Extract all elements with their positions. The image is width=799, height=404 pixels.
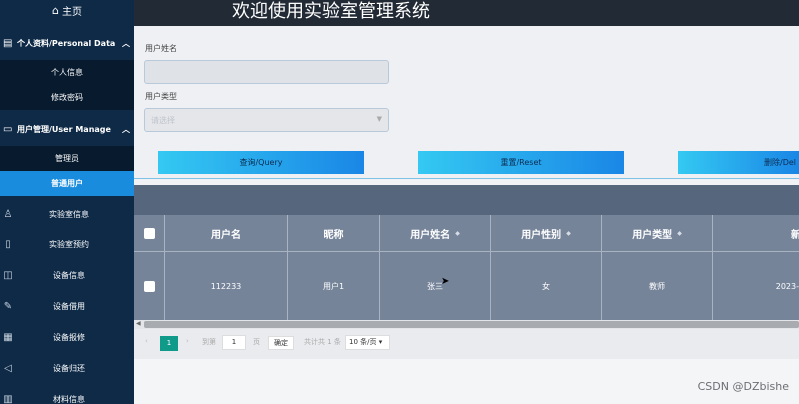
sidebar-item-material-info[interactable]: ▥ 材料信息 (0, 384, 134, 404)
sidebar-item-lab-info-label: 实验室信息 (49, 209, 89, 219)
column-nickname-label: 昵称 (323, 229, 344, 241)
sidebar-item-home[interactable]: ⌂ 主页 (0, 0, 134, 20)
sidebar-item-device-return[interactable]: ◁ 设备归还 (0, 353, 134, 383)
sidebar: ⌂ 主页 ▤ 个人资料/Personal Data ︿ 个人信息 修改密码 ▭ … (0, 0, 134, 404)
page-unit-label: 页 (253, 338, 260, 346)
type-label: 用户类型 (145, 92, 177, 101)
monitor-icon: ▭ (3, 123, 13, 135)
sidebar-group-personal-label: 个人资料/Personal Data (17, 38, 116, 48)
name-input[interactable] (144, 60, 389, 84)
sidebar-item-admin[interactable]: 管理员 (0, 146, 134, 171)
horizontal-scrollbar[interactable]: ◀ (134, 320, 799, 329)
sort-icon[interactable]: ◆ (677, 230, 682, 237)
search-form: 用户姓名 用户类型 请选择 ▼ 查询/Query 重置/Reset 删除/Del (134, 26, 799, 178)
column-realname[interactable]: 用户姓名 ◆ (380, 215, 491, 251)
cell-user-type: 教师 (602, 252, 713, 320)
sidebar-group-personal[interactable]: ▤ 个人资料/Personal Data ︿ (0, 28, 134, 58)
sidebar-item-change-password-label: 修改密码 (51, 93, 83, 102)
type-select-placeholder: 请选择 (151, 116, 175, 125)
sidebar-item-device-repair-label: 设备报修 (53, 332, 85, 342)
table-toolbar (134, 185, 799, 215)
pagination: ‹ 1 › 到第 1 页 确定 共计共 1 条 10 条/页 ▾ (134, 329, 799, 359)
type-select[interactable]: 请选择 ▼ (144, 108, 389, 132)
sidebar-item-profile-label: 个人信息 (51, 68, 83, 77)
next-page-icon[interactable]: › (186, 337, 189, 345)
sidebar-item-device-info[interactable]: ◫ 设备信息 (0, 260, 134, 290)
sidebar-item-lab-booking[interactable]: ▯ 实验室预约 (0, 229, 134, 259)
home-icon: ⌂ (52, 3, 59, 17)
sort-icon[interactable]: ◆ (455, 230, 460, 237)
sidebar-item-home-label: 主页 (61, 6, 82, 18)
column-username[interactable]: 用户名 (165, 215, 288, 251)
watermark: CSDN @DZbishe (697, 380, 789, 393)
scroll-left-icon[interactable]: ◀ (136, 320, 141, 327)
sidebar-item-change-password[interactable]: 修改密码 (0, 85, 134, 110)
column-username-label: 用户名 (211, 229, 241, 241)
select-all-checkbox[interactable] (143, 227, 155, 239)
column-gender[interactable]: 用户性别 ◆ (491, 215, 602, 251)
cell-nickname: 用户1 (288, 252, 380, 320)
cell-time: 2023- (775, 281, 799, 291)
sidebar-item-device-info-label: 设备信息 (53, 270, 85, 280)
sidebar-item-material-info-label: 材料信息 (53, 394, 85, 404)
page-number-current[interactable]: 1 (160, 336, 178, 351)
column-user-type[interactable]: 用户类型 ◆ (602, 215, 713, 251)
column-gender-label: 用户性别 (521, 229, 562, 241)
top-header: 欢迎使用实验室管理系统 (134, 0, 799, 26)
sidebar-item-device-repair[interactable]: ▦ 设备报修 (0, 322, 134, 352)
name-label: 用户姓名 (145, 44, 177, 53)
row-select-cell (134, 252, 165, 320)
column-time-label: 新 (791, 229, 799, 241)
user-table: 用户名 昵称 用户姓名 ◆ 用户性别 ◆ 用户类型 ◆ 新 112233 用户1… (134, 215, 799, 320)
select-all-cell (134, 215, 165, 251)
chevron-down-icon: ▼ (376, 115, 382, 123)
goto-confirm-button[interactable]: 确定 (268, 336, 294, 350)
sidebar-group-user-manage-label: 用户管理/User Manage (17, 124, 111, 134)
scrollbar-thumb[interactable] (144, 321, 799, 328)
sidebar-item-normal-user[interactable]: 普通用户 (0, 171, 134, 196)
sidebar-item-lab-booking-label: 实验室预约 (49, 239, 89, 249)
total-count: 共计共 1 条 (304, 338, 341, 346)
reset-button[interactable]: 重置/Reset (418, 151, 624, 174)
column-time[interactable]: 新 (713, 215, 799, 251)
chevron-up-icon: ︿ (122, 124, 130, 134)
sidebar-item-device-borrow[interactable]: ✎ 设备借用 (0, 291, 134, 321)
chevron-down-icon: ▾ (378, 338, 383, 346)
goto-page-input[interactable]: 1 (222, 335, 246, 350)
page-title: 欢迎使用实验室管理系统 (232, 1, 430, 22)
cell-realname: 张三 (380, 252, 491, 320)
sidebar-item-profile[interactable]: 个人信息 (0, 60, 134, 85)
page-size-select[interactable]: 10 条/页 ▾ (345, 335, 390, 350)
page-size-value: 10 条/页 (349, 338, 377, 346)
id-card-icon: ▤ (3, 37, 13, 49)
query-button[interactable]: 查询/Query (158, 151, 364, 174)
sort-icon[interactable]: ◆ (566, 230, 571, 237)
chevron-up-icon: ︿ (122, 38, 130, 48)
cell-gender: 女 (491, 252, 602, 320)
sidebar-item-device-borrow-label: 设备借用 (53, 301, 85, 311)
sidebar-group-user-manage[interactable]: ▭ 用户管理/User Manage ︿ (0, 114, 134, 144)
divider (134, 178, 799, 179)
column-nickname[interactable]: 昵称 (288, 215, 380, 251)
sidebar-item-admin-label: 管理员 (55, 154, 79, 163)
prev-page-icon[interactable]: ‹ (145, 337, 148, 345)
column-user-type-label: 用户类型 (632, 229, 673, 241)
sidebar-item-device-return-label: 设备归还 (53, 363, 85, 373)
cell-username: 112233 (165, 252, 288, 320)
goto-label: 到第 (202, 338, 216, 346)
mouse-cursor-icon: ➤ (441, 276, 450, 287)
row-checkbox[interactable] (143, 280, 155, 292)
column-realname-label: 用户姓名 (410, 229, 451, 241)
sidebar-item-normal-user-label: 普通用户 (51, 179, 83, 188)
delete-button-label: 删除/Del (764, 158, 796, 167)
sidebar-item-lab-info[interactable]: ♙ 实验室信息 (0, 199, 134, 229)
delete-button[interactable]: 删除/Del (678, 151, 799, 174)
